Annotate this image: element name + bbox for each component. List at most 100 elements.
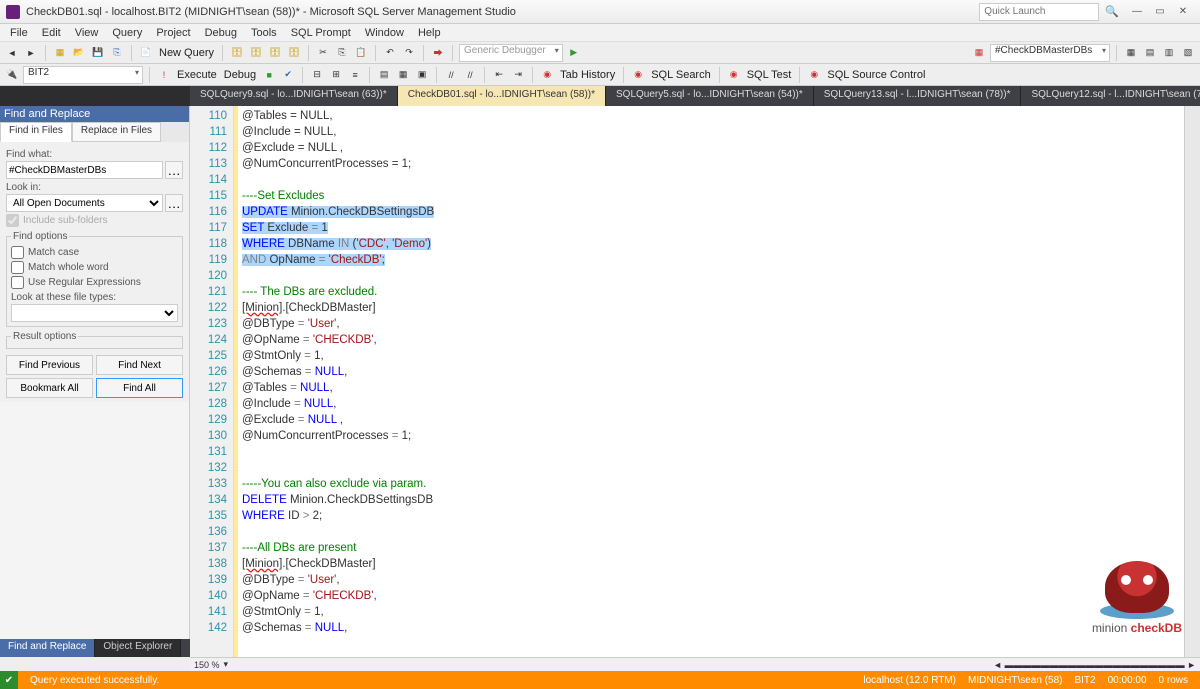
find-all-button[interactable]: Find All: [96, 378, 183, 398]
region-icon[interactable]: ▦: [971, 45, 987, 61]
menu-help[interactable]: Help: [412, 25, 447, 41]
code-line[interactable]: [Minion].[CheckDBMaster]: [242, 556, 1184, 572]
code-line[interactable]: @Schemas = NULL,: [242, 364, 1184, 380]
code-line[interactable]: @OpName = 'CHECKDB',: [242, 588, 1184, 604]
code-line[interactable]: [242, 460, 1184, 476]
menu-debug[interactable]: Debug: [199, 25, 243, 41]
plan-icon[interactable]: ⊟: [309, 67, 325, 83]
code-line[interactable]: @OpName = 'CHECKDB',: [242, 332, 1184, 348]
find-options-legend[interactable]: Find options: [11, 231, 69, 242]
code-line[interactable]: UPDATE Minion.CheckDBSettingsDB: [242, 204, 1184, 220]
match-case-checkbox[interactable]: [11, 246, 24, 259]
results-text-icon[interactable]: ▤: [376, 67, 392, 83]
document-tab[interactable]: SQLQuery12.sql - l...IDNIGHT\sean (76))*: [1021, 86, 1200, 106]
search-icon[interactable]: 🔍: [1105, 5, 1119, 18]
file-types-select[interactable]: [11, 304, 178, 322]
maximize-button[interactable]: ▭: [1149, 4, 1171, 20]
indent-dec-icon[interactable]: ⇤: [491, 67, 507, 83]
code-line[interactable]: @StmtOnly = 1,: [242, 348, 1184, 364]
save-icon[interactable]: 💾: [90, 45, 106, 61]
menu-sql-prompt[interactable]: SQL Prompt: [285, 25, 357, 41]
menu-window[interactable]: Window: [359, 25, 410, 41]
bookmark-all-button[interactable]: Bookmark All: [6, 378, 93, 398]
code-line[interactable]: @Include = NULL,: [242, 396, 1184, 412]
debug-button[interactable]: Debug: [222, 69, 258, 81]
db1-icon[interactable]: 🗄: [229, 45, 245, 61]
document-tab[interactable]: SQLQuery5.sql - lo...IDNIGHT\sean (54))*: [606, 86, 814, 106]
open-icon[interactable]: 📂: [71, 45, 87, 61]
sql-test-icon[interactable]: ◉: [726, 67, 742, 83]
bottom-tab-find[interactable]: Find and Replace: [0, 639, 95, 657]
close-button[interactable]: ✕: [1172, 4, 1194, 20]
sql-test-button[interactable]: SQL Test: [745, 69, 794, 81]
result-options-legend[interactable]: Result options: [11, 331, 78, 342]
menu-query[interactable]: Query: [106, 25, 148, 41]
copy-icon[interactable]: ⎘: [334, 45, 350, 61]
redo-icon[interactable]: ↷: [401, 45, 417, 61]
code-line[interactable]: [Minion].[CheckDBMaster]: [242, 300, 1184, 316]
use-regex-checkbox[interactable]: [11, 276, 24, 289]
code-line[interactable]: ----Set Excludes: [242, 188, 1184, 204]
bottom-tab-object-explorer[interactable]: Object Explorer: [95, 639, 181, 657]
sql-search-icon[interactable]: ◉: [630, 67, 646, 83]
code-editor[interactable]: 1101111121131141151161171181191201211221…: [190, 106, 1200, 657]
code-line[interactable]: @DBType = 'User',: [242, 316, 1184, 332]
play-icon[interactable]: ▶: [566, 45, 582, 61]
grid2-icon[interactable]: ▤: [1142, 45, 1158, 61]
code-line[interactable]: @NumConcurrentProcesses = 1;: [242, 428, 1184, 444]
code-line[interactable]: @Tables = NULL,: [242, 380, 1184, 396]
code-line[interactable]: @Tables = NULL,: [242, 108, 1184, 124]
save-all-icon[interactable]: ⎘: [109, 45, 125, 61]
menu-file[interactable]: File: [4, 25, 34, 41]
results-grid-icon[interactable]: ▦: [395, 67, 411, 83]
code-line[interactable]: WHERE DBName IN ('CDC', 'Demo'): [242, 236, 1184, 252]
minimize-button[interactable]: —: [1126, 4, 1148, 20]
code-line[interactable]: @Exclude = NULL ,: [242, 140, 1184, 156]
menu-project[interactable]: Project: [150, 25, 196, 41]
source-control-icon[interactable]: ◉: [806, 67, 822, 83]
code-line[interactable]: ----All DBs are present: [242, 540, 1184, 556]
code-line[interactable]: [242, 268, 1184, 284]
code-line[interactable]: -----You can also exclude via param.: [242, 476, 1184, 492]
cut-icon[interactable]: ✂: [315, 45, 331, 61]
code-line[interactable]: ---- The DBs are excluded.: [242, 284, 1184, 300]
results-file-icon[interactable]: ▣: [414, 67, 430, 83]
code-line[interactable]: @StmtOnly = 1,: [242, 604, 1184, 620]
undo-icon[interactable]: ↶: [382, 45, 398, 61]
find-next-button[interactable]: Find Next: [96, 355, 183, 375]
menu-view[interactable]: View: [69, 25, 105, 41]
region-combo[interactable]: #CheckDBMasterDBs: [990, 44, 1110, 62]
indent-inc-icon[interactable]: ⇥: [510, 67, 526, 83]
find-what-input[interactable]: [6, 161, 163, 179]
code-line[interactable]: [242, 172, 1184, 188]
connect-icon[interactable]: 🔌: [4, 67, 20, 83]
document-tab[interactable]: SQLQuery9.sql - lo...IDNIGHT\sean (63))*: [190, 86, 398, 106]
paste-icon[interactable]: 📋: [353, 45, 369, 61]
quick-launch-input[interactable]: [979, 3, 1099, 21]
new-query-icon[interactable]: 📄: [138, 45, 154, 61]
parse-icon[interactable]: ✔: [280, 67, 296, 83]
database-combo[interactable]: BIT2: [23, 66, 143, 84]
tab-replace-in-files[interactable]: Replace in Files: [72, 122, 161, 142]
vertical-scrollbar[interactable]: [1184, 106, 1200, 657]
nav-back-icon[interactable]: ◄: [4, 45, 20, 61]
find-builder-button[interactable]: …: [165, 161, 183, 179]
code-line[interactable]: [242, 524, 1184, 540]
code-line[interactable]: @Schemas = NULL,: [242, 620, 1184, 636]
tab-history-button[interactable]: Tab History: [558, 69, 617, 81]
tab-history-icon[interactable]: ◉: [539, 67, 555, 83]
tab-find-in-files[interactable]: Find in Files: [0, 122, 72, 142]
comment-icon[interactable]: //: [443, 67, 459, 83]
code-line[interactable]: WHERE ID > 2;: [242, 508, 1184, 524]
sql-search-button[interactable]: SQL Search: [649, 69, 713, 81]
code-line[interactable]: @DBType = 'User',: [242, 572, 1184, 588]
code-line[interactable]: SET Exclude = 1: [242, 220, 1184, 236]
document-tab[interactable]: SQLQuery13.sql - l...IDNIGHT\sean (78))*: [814, 86, 1022, 106]
db3-icon[interactable]: 🗄: [267, 45, 283, 61]
nav-fwd-icon[interactable]: ►: [23, 45, 39, 61]
document-tab[interactable]: CheckDB01.sql - lo...IDNIGHT\sean (58))*: [398, 86, 606, 106]
new-query-button[interactable]: New Query: [157, 47, 216, 59]
execute-button[interactable]: Execute: [175, 69, 219, 81]
code-line[interactable]: [242, 444, 1184, 460]
menu-edit[interactable]: Edit: [36, 25, 67, 41]
